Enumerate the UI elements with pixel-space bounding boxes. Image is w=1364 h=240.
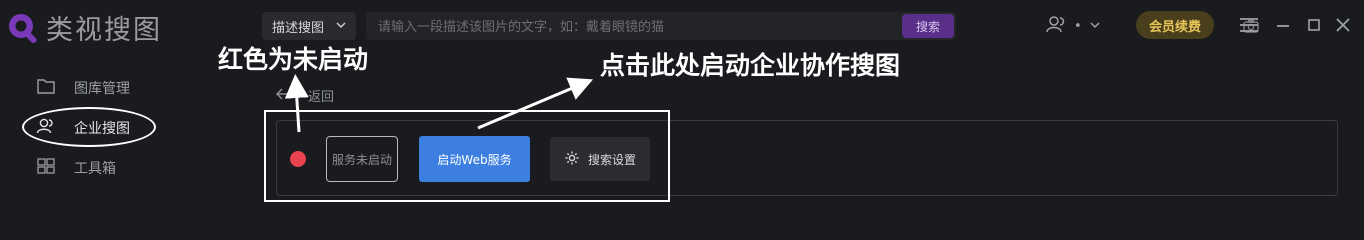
start-arrow xyxy=(477,77,594,130)
annotation-arrows xyxy=(284,74,594,133)
status-arrow xyxy=(284,74,309,133)
